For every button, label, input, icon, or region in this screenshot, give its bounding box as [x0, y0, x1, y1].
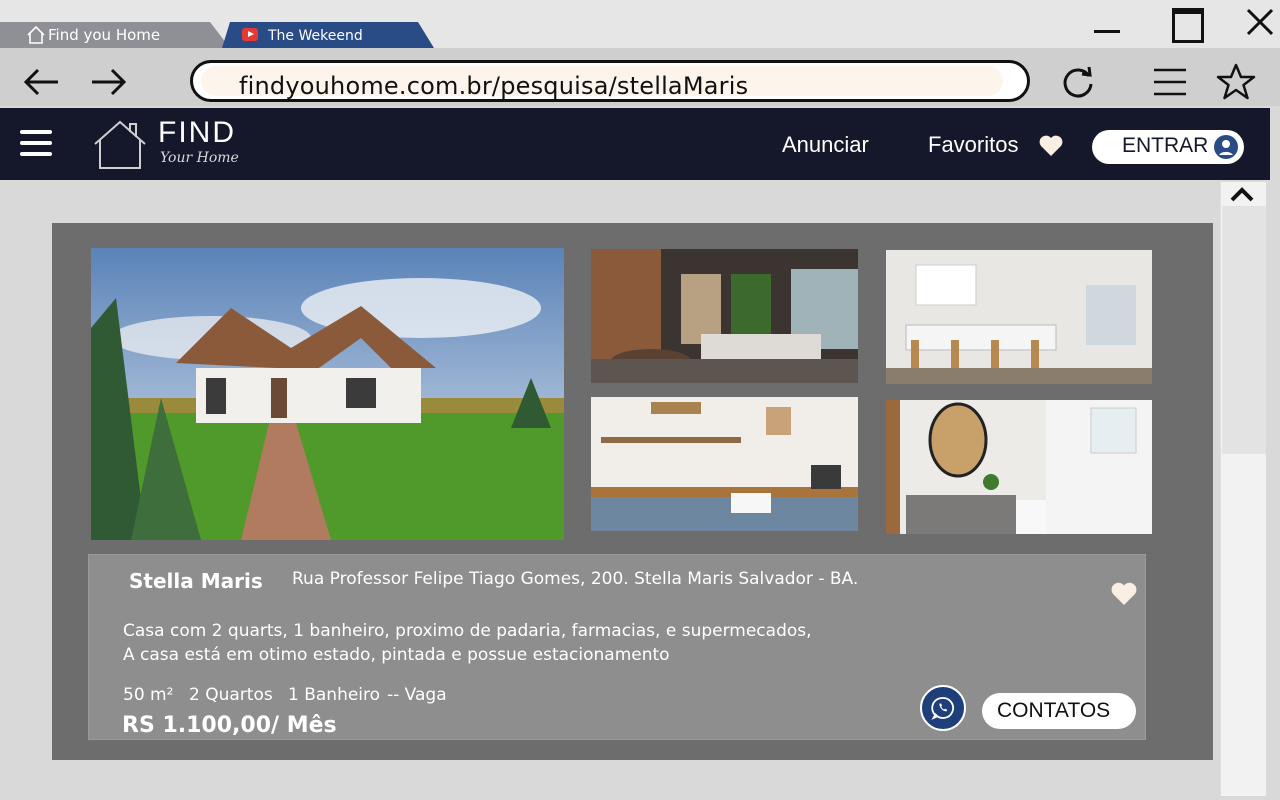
- photo-kitchen-counter[interactable]: [591, 397, 858, 531]
- url-field[interactable]: findyouhome.com.br/pesquisa/stellaMaris: [201, 66, 1003, 100]
- tab-the-wekeend[interactable]: The Wekeend: [222, 22, 434, 48]
- bookmark-star-icon[interactable]: [1216, 62, 1256, 102]
- contatos-button[interactable]: CONTATOS: [982, 693, 1136, 729]
- browser-menu-icon[interactable]: [1150, 62, 1190, 102]
- maximize-button[interactable]: [1164, 4, 1204, 43]
- browser-tab-bar: Find you Home The Wekeend: [0, 0, 1280, 48]
- nav-favoritos[interactable]: Favoritos: [928, 132, 1018, 158]
- listing-address: Rua Professor Felipe Tiago Gomes, 200. S…: [292, 569, 859, 589]
- url-text: findyouhome.com.br/pesquisa/stellaMaris: [239, 72, 749, 100]
- minimize-button[interactable]: [1088, 4, 1128, 40]
- description-line: A casa está em otimo estado, pintada e p…: [123, 645, 670, 665]
- feature-banheiro: 1 Banheiro: [288, 685, 381, 705]
- heart-icon[interactable]: [1038, 134, 1064, 158]
- photo-house-exterior[interactable]: [91, 248, 564, 540]
- youtube-icon: [242, 28, 258, 41]
- feature-quartos: 2 Quartos: [189, 685, 273, 705]
- listing-info-panel: Stella Maris Rua Professor Felipe Tiago …: [88, 554, 1146, 740]
- url-bar[interactable]: findyouhome.com.br/pesquisa/stellaMaris: [190, 60, 1030, 102]
- login-button[interactable]: ENTRAR: [1092, 130, 1244, 164]
- feature-area: 50 m²: [123, 685, 174, 705]
- description-line: Casa com 2 quarts, 1 banheiro, proximo d…: [123, 621, 812, 641]
- house-logo-icon[interactable]: [92, 118, 148, 172]
- forward-arrow-icon[interactable]: [88, 64, 128, 100]
- contatos-button-label: CONTATOS: [997, 699, 1111, 722]
- site-header: FIND Your Home Anunciar Favoritos ENTRAR: [0, 108, 1270, 180]
- home-icon: [27, 25, 45, 44]
- logo-subtitle: Your Home: [160, 150, 239, 166]
- listing-title: Stella Maris: [129, 569, 263, 593]
- close-icon[interactable]: [1240, 4, 1280, 40]
- whatsapp-button[interactable]: [920, 685, 966, 731]
- user-icon: [1214, 135, 1238, 159]
- favorite-heart-icon[interactable]: [1110, 581, 1138, 607]
- login-button-label: ENTRAR: [1122, 134, 1209, 157]
- nav-anunciar[interactable]: Anunciar: [782, 132, 869, 158]
- tab-find-you-home[interactable]: Find you Home: [0, 22, 230, 48]
- whatsapp-icon: [931, 697, 954, 720]
- scroll-up-chevron-icon[interactable]: [1226, 184, 1258, 206]
- reload-icon[interactable]: [1058, 62, 1098, 102]
- hamburger-menu-icon[interactable]: [20, 128, 52, 158]
- tab-label: Find you Home: [48, 26, 161, 44]
- feature-vaga: -- Vaga: [387, 685, 447, 705]
- tab-label: The Wekeend: [268, 28, 363, 44]
- photo-kitchen-island[interactable]: [886, 250, 1152, 384]
- back-arrow-icon[interactable]: [22, 64, 62, 100]
- photo-living-room[interactable]: [591, 249, 858, 383]
- listing-description: Casa com 2 quarts, 1 banheiro, proximo d…: [123, 619, 812, 667]
- photo-bathroom[interactable]: [886, 400, 1152, 534]
- listing-price: RS 1.100,00/ Mês: [122, 713, 337, 738]
- logo-title: FIND: [158, 116, 236, 149]
- scrollbar-thumb[interactable]: [1222, 206, 1266, 454]
- listing-card: Stella Maris Rua Professor Felipe Tiago …: [52, 223, 1213, 760]
